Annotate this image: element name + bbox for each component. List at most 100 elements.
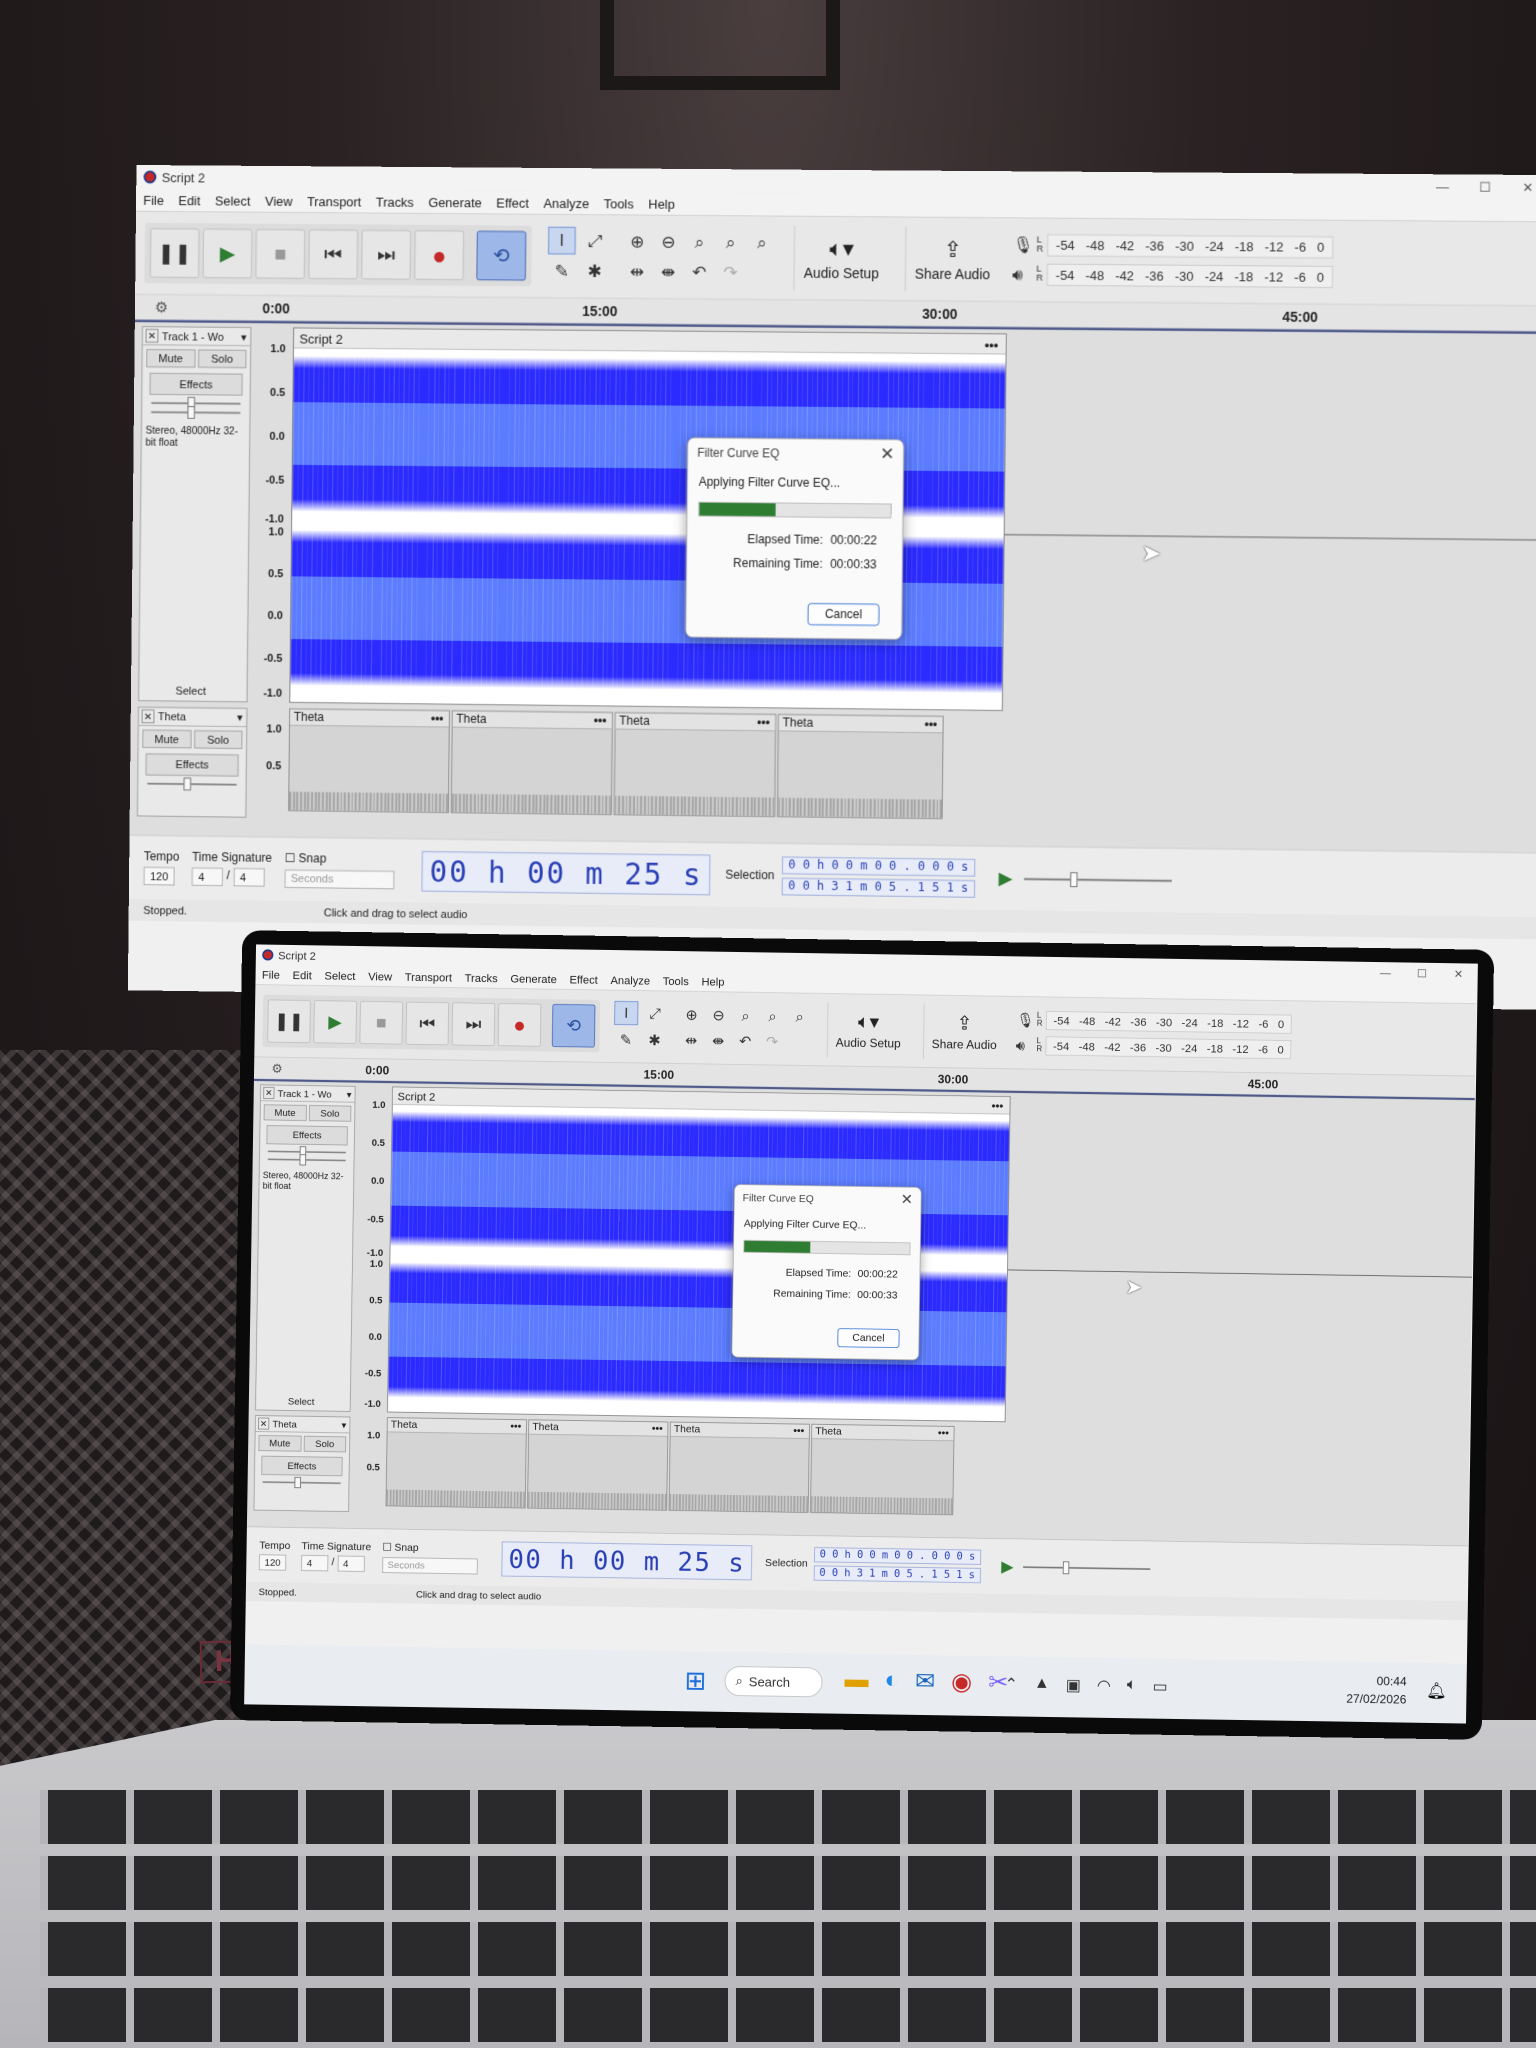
solo-button[interactable]: Solo bbox=[197, 349, 247, 369]
selection-tool-icon[interactable]: I bbox=[614, 1000, 639, 1026]
clip-menu-icon[interactable]: ••• bbox=[757, 715, 770, 731]
clip-menu-icon[interactable]: ••• bbox=[431, 711, 444, 727]
track-name[interactable]: Theta bbox=[158, 710, 186, 723]
pan-slider[interactable] bbox=[151, 406, 241, 419]
selection-start-time[interactable]: 0 0 h 0 0 m 0 0 . 0 0 0 s bbox=[781, 856, 975, 877]
play-at-speed-button[interactable]: ▶ bbox=[999, 867, 1013, 890]
clip-menu-icon[interactable]: ••• bbox=[992, 1099, 1004, 1112]
gain-slider[interactable] bbox=[147, 777, 237, 791]
menu-tools[interactable]: Tools bbox=[663, 975, 689, 988]
track-name[interactable]: Track 1 - Wo bbox=[162, 329, 224, 342]
track-header[interactable]: ✕ Theta ▾ bbox=[255, 1415, 350, 1434]
menu-effect[interactable]: Effect bbox=[569, 973, 597, 986]
clip-menu-icon[interactable]: ••• bbox=[793, 1424, 804, 1438]
skip-to-start-button[interactable]: ⏮︎ bbox=[308, 229, 359, 280]
clip-header[interactable]: Theta ••• bbox=[387, 1417, 527, 1435]
gain-slider-thumb[interactable] bbox=[183, 777, 192, 791]
dialog-close-icon[interactable]: ✕ bbox=[901, 1191, 913, 1208]
stop-button[interactable]: ■ bbox=[359, 1000, 404, 1045]
time-display[interactable]: 00 h 00 m 25 s bbox=[501, 1541, 753, 1580]
time-sig-bottom-select[interactable]: 4 bbox=[233, 867, 265, 887]
teams-icon[interactable]: ▣ bbox=[1066, 1675, 1081, 1695]
volume-icon[interactable]: 🔈︎ bbox=[1127, 1676, 1137, 1696]
play-speed-slider[interactable] bbox=[1023, 1560, 1151, 1574]
theta-clip[interactable]: Theta ••• bbox=[776, 714, 944, 820]
selection-tool-icon[interactable]: I bbox=[548, 226, 576, 255]
track-close-icon[interactable]: ✕ bbox=[145, 328, 159, 343]
silence-icon[interactable]: ⇼ bbox=[706, 1029, 730, 1053]
wifi-icon[interactable]: ◠ bbox=[1097, 1676, 1111, 1696]
effects-button[interactable]: Effects bbox=[266, 1125, 348, 1146]
menu-file[interactable]: File bbox=[143, 193, 164, 208]
theta-clip[interactable]: Theta ••• bbox=[450, 710, 613, 815]
time-sig-bottom-select[interactable]: 4 bbox=[337, 1555, 365, 1572]
time-display[interactable]: 00 h 00 m 25 s bbox=[421, 850, 711, 895]
menu-analyze[interactable]: Analyze bbox=[610, 974, 650, 987]
envelope-tool-icon[interactable]: ⤢ bbox=[581, 227, 609, 255]
track-select-button[interactable]: Select bbox=[288, 1396, 315, 1408]
zoom-out-icon[interactable]: ⊖ bbox=[654, 228, 682, 256]
gain-slider[interactable] bbox=[151, 396, 241, 410]
track-area[interactable]: ✕ Track 1 - Wo ▾ Mute Solo Effects Stere… bbox=[246, 1081, 1475, 1546]
zoom-toggle-icon[interactable]: ⌕ bbox=[787, 1004, 811, 1028]
menu-select[interactable]: Select bbox=[215, 193, 251, 208]
solo-button[interactable]: Solo bbox=[308, 1105, 352, 1122]
menu-view[interactable]: View bbox=[265, 193, 293, 208]
gain-slider[interactable] bbox=[262, 1476, 341, 1489]
theta-clip[interactable]: Theta ••• bbox=[613, 712, 777, 817]
theta-clip[interactable]: Theta ••• bbox=[288, 708, 450, 813]
selection-end-time[interactable]: 0 0 h 3 1 m 0 5 . 1 5 1 s bbox=[781, 877, 975, 898]
mute-button[interactable]: Mute bbox=[263, 1104, 307, 1121]
clip-menu-icon[interactable]: ••• bbox=[938, 1427, 949, 1441]
clip-header[interactable]: Theta ••• bbox=[529, 1420, 668, 1437]
selection-end-time[interactable]: 0 0 h 3 1 m 0 5 . 1 5 1 s bbox=[813, 1565, 981, 1583]
audio-setup-button[interactable]: 🔈︎▾ Audio Setup bbox=[793, 225, 889, 291]
play-speed-slider[interactable] bbox=[1023, 871, 1172, 887]
envelope-tool-icon[interactable]: ⤢ bbox=[643, 1001, 667, 1025]
menu-edit[interactable]: Edit bbox=[292, 969, 311, 982]
timeline-options-gear-icon[interactable]: ⚙ bbox=[148, 298, 175, 317]
multi-tool-icon[interactable]: ✱ bbox=[642, 1028, 666, 1052]
trim-icon[interactable]: ⇹ bbox=[679, 1028, 703, 1052]
mute-button[interactable]: Mute bbox=[142, 729, 192, 749]
play-speed-thumb[interactable] bbox=[1062, 1560, 1070, 1574]
clip-header[interactable]: Script 2 ••• bbox=[392, 1087, 1010, 1115]
maximize-icon[interactable]: ☐ bbox=[1404, 966, 1441, 980]
zoom-out-icon[interactable]: ⊖ bbox=[706, 1003, 730, 1027]
play-at-speed-button[interactable]: ▶ bbox=[1001, 1556, 1014, 1576]
menu-generate[interactable]: Generate bbox=[510, 972, 557, 985]
track-menu-chevron-icon[interactable]: ▾ bbox=[347, 1089, 352, 1100]
theta-clip[interactable]: Theta ••• bbox=[527, 1419, 669, 1511]
tempo-input[interactable]: 120 bbox=[258, 1554, 287, 1571]
battery-icon[interactable]: ▭ bbox=[1152, 1677, 1167, 1697]
track-area[interactable]: ✕ Track 1 - Wo ▾ Mute Solo Effects Stere… bbox=[129, 322, 1536, 853]
track-menu-chevron-icon[interactable]: ▾ bbox=[241, 330, 247, 343]
drive-icon[interactable]: ▲ bbox=[1034, 1675, 1050, 1695]
fit-project-icon[interactable]: ⌕ bbox=[717, 229, 745, 257]
clip-menu-icon[interactable]: ••• bbox=[594, 713, 607, 729]
undo-icon[interactable]: ↶ bbox=[733, 1029, 757, 1053]
play-button[interactable]: ▶ bbox=[202, 228, 253, 279]
clip-menu-icon[interactable]: ••• bbox=[924, 717, 937, 733]
multi-tool-icon[interactable]: ✱ bbox=[581, 258, 609, 286]
effects-button[interactable]: Effects bbox=[145, 753, 239, 777]
gain-slider[interactable] bbox=[267, 1146, 346, 1158]
clip-header[interactable]: Theta ••• bbox=[670, 1422, 810, 1439]
snap-checkbox[interactable]: ☐ Snap bbox=[382, 1541, 478, 1555]
clip-header[interactable]: Script 2 ••• bbox=[293, 328, 1006, 355]
skip-to-start-button[interactable]: ⏮︎ bbox=[405, 1001, 450, 1046]
theta-clip[interactable]: Theta ••• bbox=[668, 1421, 810, 1513]
draw-tool-icon[interactable]: ✎ bbox=[548, 258, 576, 286]
snap-checkbox[interactable]: ☐ Snap bbox=[285, 851, 395, 867]
redo-icon[interactable]: ↷ bbox=[716, 258, 744, 286]
trim-icon[interactable]: ⇹ bbox=[623, 258, 651, 286]
menu-tracks[interactable]: Tracks bbox=[376, 194, 414, 209]
clip-header[interactable]: Theta ••• bbox=[778, 714, 943, 734]
record-button[interactable]: ● bbox=[497, 1003, 542, 1047]
maximize-icon[interactable]: ☐ bbox=[1464, 179, 1507, 195]
track-close-icon[interactable]: ✕ bbox=[257, 1417, 270, 1430]
share-audio-button[interactable]: ⇪ Share Audio bbox=[904, 226, 1000, 292]
audio-setup-button[interactable]: 🔈︎▾ Audio Setup bbox=[826, 1001, 910, 1059]
dialog-close-icon[interactable]: ✕ bbox=[880, 444, 894, 463]
selection-start-time[interactable]: 0 0 h 0 0 m 0 0 . 0 0 0 s bbox=[813, 1546, 981, 1565]
